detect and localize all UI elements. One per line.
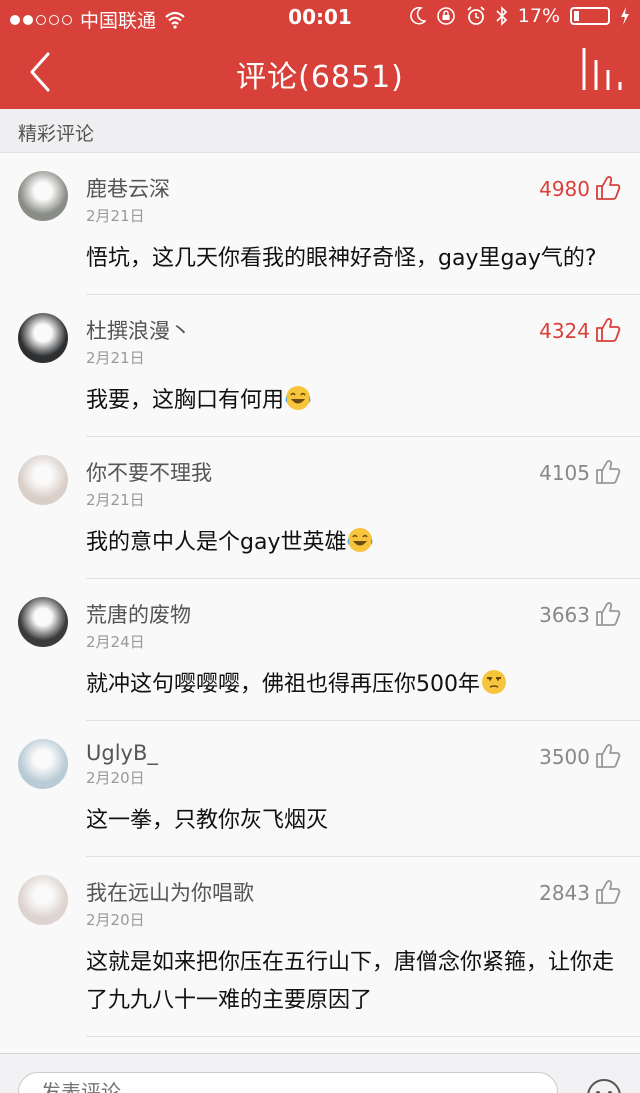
avatar[interactable] bbox=[18, 455, 68, 505]
avatar[interactable] bbox=[18, 171, 68, 221]
like-count: 2843 bbox=[539, 881, 590, 905]
comment-date: 2月24日 bbox=[86, 633, 145, 651]
comment-text: 我的意中人是个gay世英雄 bbox=[86, 524, 640, 578]
comment-date: 2月21日 bbox=[86, 491, 145, 509]
comment-text-content: 这就是如来把你压在五行山下，唐僧念你紧箍，让你走了九九八十一难的主要原因了 bbox=[86, 950, 615, 1013]
comment-date: 2月21日 bbox=[86, 207, 145, 225]
like-count: 4980 bbox=[539, 177, 590, 201]
moon-icon bbox=[410, 7, 426, 25]
comment-list[interactable]: 鹿巷云深 2月21日 4980 悟坑，这几天你看我的眼神好奇怪，gay里gay气的? 杜… bbox=[0, 153, 640, 1053]
battery-percent: 17% bbox=[517, 5, 560, 27]
comment-text: 悟坑，这几天你看我的眼神好奇怪，gay里gay气的? bbox=[86, 240, 640, 294]
app-header: 中国联通 00:01 17% 评论(6851) bbox=[0, 0, 640, 109]
avatar[interactable] bbox=[18, 597, 68, 647]
comment-date: 2月21日 bbox=[86, 349, 145, 367]
comment-text: 我要，这胸口有何用 bbox=[86, 382, 640, 436]
comment-text: 这就是如来把你压在五行山下，唐僧念你紧箍，让你走了九九八十一难的主要原因了 bbox=[86, 944, 640, 1036]
rotation-lock-icon bbox=[436, 7, 455, 25]
comment-text: 就冲这句嘤嘤嘤，佛祖也得再压你500年 bbox=[86, 666, 640, 720]
thumbs-up-icon bbox=[596, 176, 621, 200]
thumbs-up-icon bbox=[596, 318, 621, 342]
comment-text-content: 这一拳，只教你灰飞烟灭 bbox=[86, 808, 329, 833]
like-button[interactable]: 4105 bbox=[539, 459, 622, 487]
laugh-cry-emoji-icon bbox=[285, 386, 311, 410]
like-button[interactable]: 3500 bbox=[539, 743, 622, 771]
comment-date: 2月20日 bbox=[86, 911, 145, 929]
section-label: 精彩评论 bbox=[0, 109, 640, 153]
comment-item[interactable]: 鹿巷云深 2月21日 4980 悟坑，这几天你看我的眼神好奇怪，gay里gay气的? bbox=[18, 153, 640, 295]
like-button[interactable]: 4980 bbox=[539, 175, 622, 203]
comment-input[interactable] bbox=[18, 1072, 558, 1093]
thumbs-up-icon bbox=[596, 460, 621, 484]
thumbs-up-icon bbox=[596, 744, 621, 768]
unamused-emoji-icon bbox=[482, 670, 506, 694]
like-button[interactable]: 2843 bbox=[539, 879, 622, 907]
thumbs-up-icon bbox=[596, 602, 621, 626]
avatar[interactable] bbox=[18, 875, 68, 925]
comment-item[interactable]: 你不要不理我 2月21日 4105 我的意中人是个gay世英雄 bbox=[18, 437, 640, 579]
comment-text: 这一拳，只教你灰飞烟灭 bbox=[86, 802, 640, 856]
emoji-face-icon[interactable] bbox=[586, 1078, 622, 1093]
comment-text-content: 就冲这句嘤嘤嘤，佛祖也得再压你500年 bbox=[86, 672, 480, 697]
avatar[interactable] bbox=[18, 739, 68, 789]
like-count: 4324 bbox=[539, 319, 590, 343]
like-count: 4105 bbox=[539, 461, 590, 485]
battery-icon bbox=[570, 7, 610, 25]
page-title: 评论(6851) bbox=[236, 60, 404, 95]
comment-item[interactable]: 荒唐的废物 2月24日 3663 就冲这句嘤嘤嘤，佛祖也得再压你500年 bbox=[18, 579, 640, 721]
thumbs-up-icon bbox=[596, 880, 621, 904]
nav-bar: 评论(6851) bbox=[0, 36, 640, 109]
laugh-cry-emoji-icon bbox=[347, 528, 373, 552]
avatar[interactable] bbox=[18, 313, 68, 363]
comment-item[interactable]: 我在远山为你唱歌 2月20日 2843 这就是如来把你压在五行山下，唐僧念你紧箍，让你… bbox=[18, 857, 640, 1037]
comment-bar bbox=[0, 1053, 640, 1093]
like-button[interactable]: 4324 bbox=[539, 317, 622, 345]
status-bar: 中国联通 00:01 17% bbox=[0, 0, 640, 36]
bluetooth-icon bbox=[496, 6, 507, 26]
comment-text-content: 我要，这胸口有何用 bbox=[86, 388, 285, 413]
charging-icon bbox=[621, 7, 629, 25]
like-count: 3663 bbox=[539, 603, 590, 627]
chart-bars-icon[interactable] bbox=[580, 46, 622, 92]
comment-item[interactable]: 杜撰浪漫丶 2月21日 4324 我要，这胸口有何用 bbox=[18, 295, 640, 437]
comment-text-content: 悟坑，这几天你看我的眼神好奇怪，gay里gay气的? bbox=[86, 246, 597, 271]
comment-text-content: 我的意中人是个gay世英雄 bbox=[86, 530, 347, 555]
like-count: 3500 bbox=[539, 745, 590, 769]
like-button[interactable]: 3663 bbox=[539, 601, 622, 629]
comment-item[interactable]: UglyB_ 2月20日 3500 这一拳，只教你灰飞烟灭 bbox=[18, 721, 640, 857]
alarm-icon bbox=[467, 6, 485, 25]
